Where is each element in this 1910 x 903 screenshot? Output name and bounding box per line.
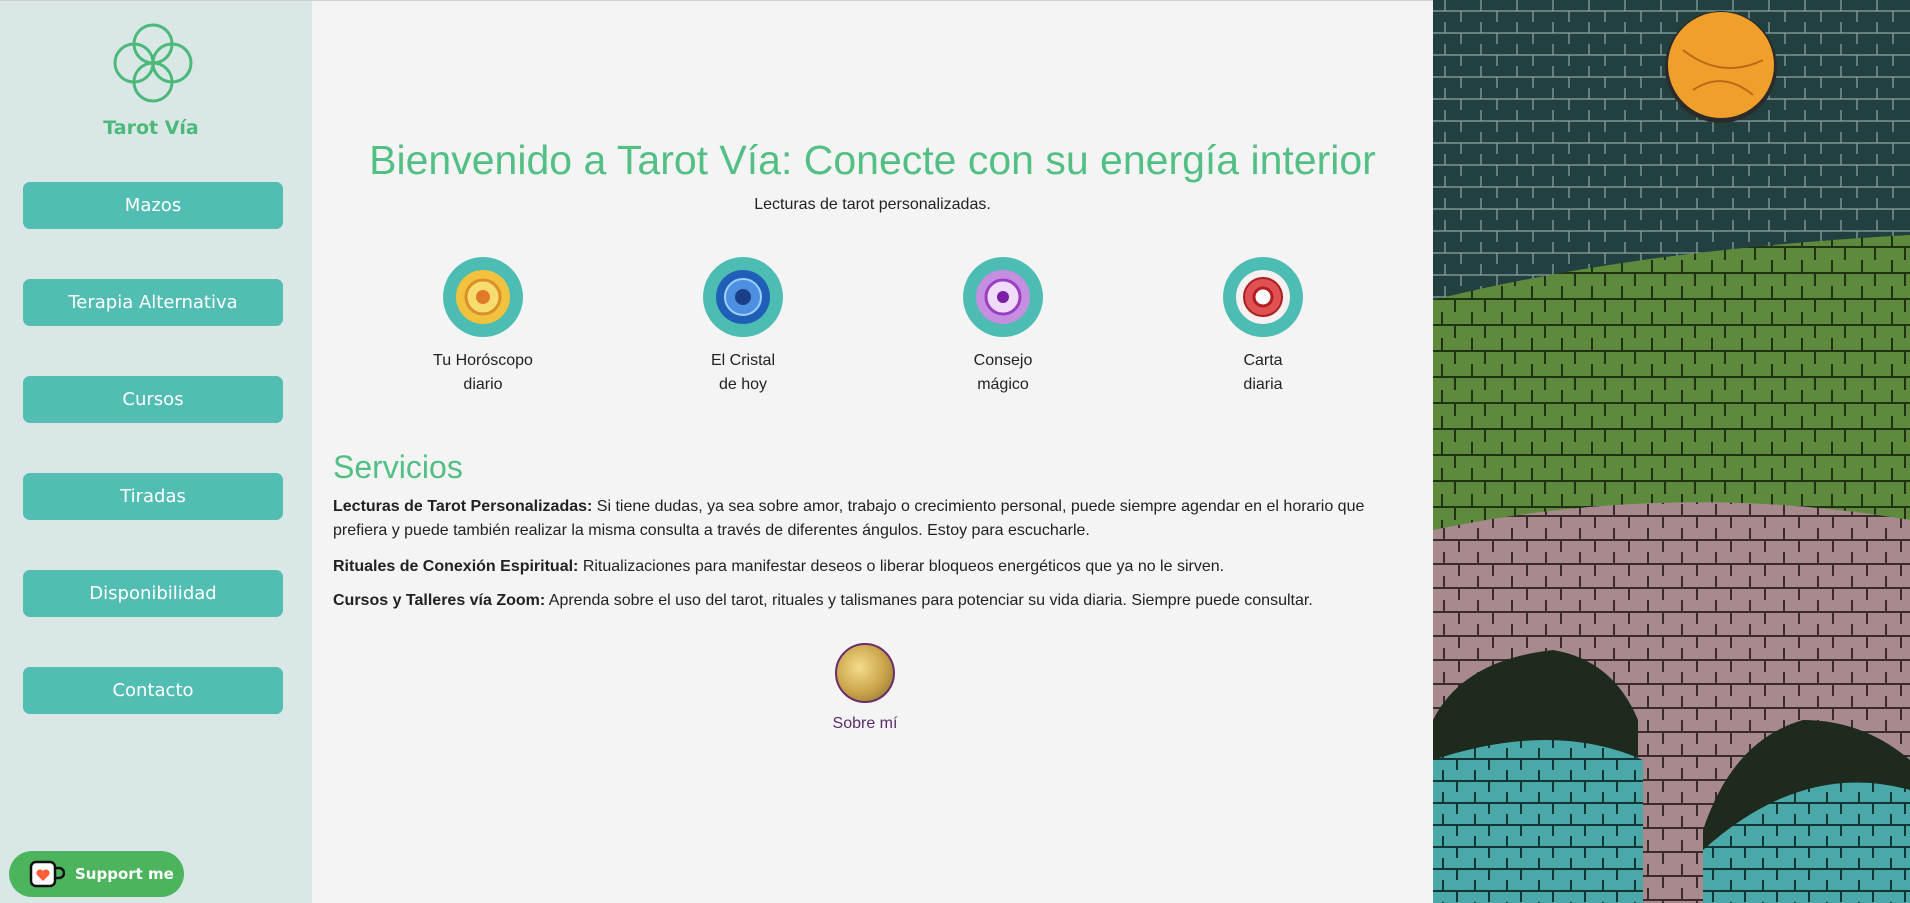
feature-label-line2[interactable]: diaria: [1193, 373, 1333, 397]
nav-terapia-alternativa-button[interactable]: Terapia Alternativa: [23, 279, 283, 326]
support-me-button[interactable]: Support me: [9, 851, 184, 897]
card-mandala-icon[interactable]: [1223, 257, 1303, 337]
feature-label-line1[interactable]: El Cristal: [673, 349, 813, 373]
feature-cristal[interactable]: El Cristal de hoy: [673, 257, 813, 397]
feature-label-line2[interactable]: mágico: [933, 373, 1073, 397]
nav-tiradas-button[interactable]: Tiradas: [23, 473, 283, 520]
magic-mandala-icon[interactable]: [963, 257, 1043, 337]
nav-mazos-button[interactable]: Mazos: [23, 182, 283, 229]
feature-label-line2[interactable]: diario: [413, 373, 553, 397]
feature-carta[interactable]: Carta diaria: [1193, 257, 1333, 397]
celtic-knot-logo: [113, 23, 193, 103]
service-title: Cursos y Talleres vía Zoom:: [333, 592, 546, 609]
feature-consejo[interactable]: Consejo mágico: [933, 257, 1073, 397]
service-rituales: Rituales de Conexión Espiritual: Rituali…: [333, 555, 1393, 579]
nav-disponibilidad-button[interactable]: Disponibilidad: [23, 570, 283, 617]
feature-horoscopo[interactable]: Tu Horóscopo diario: [413, 257, 553, 397]
sun-mandala-icon[interactable]: [443, 257, 523, 337]
page-subtitle: Lecturas de tarot personalizadas.: [754, 196, 991, 213]
main-content: Bienvenido a Tarot Vía: Conecte con su e…: [312, 0, 1433, 903]
about-me-label[interactable]: Sobre mí: [810, 715, 920, 733]
service-text: Aprenda sobre el uso del tarot, rituales…: [545, 592, 1313, 609]
services-heading: Servicios: [333, 449, 463, 485]
mosaic-background-image: [1433, 0, 1910, 903]
feature-label-line2[interactable]: de hoy: [673, 373, 813, 397]
coffee-cup-icon: [29, 860, 65, 888]
profile-avatar[interactable]: [835, 643, 895, 703]
service-text: Ritualizaciones para manifestar deseos o…: [578, 558, 1225, 575]
service-cursos: Cursos y Talleres vía Zoom: Aprenda sobr…: [333, 589, 1393, 613]
crystal-mandala-icon[interactable]: [703, 257, 783, 337]
feature-label-line1[interactable]: Consejo: [933, 349, 1073, 373]
nav-contacto-button[interactable]: Contacto: [23, 667, 283, 714]
service-title: Rituales de Conexión Espiritual:: [333, 558, 579, 575]
feature-label-line1[interactable]: Carta: [1193, 349, 1333, 373]
nav-cursos-button[interactable]: Cursos: [23, 376, 283, 423]
service-lecturas: Lecturas de Tarot Personalizadas: Si tie…: [333, 495, 1393, 543]
sidebar: Tarot Vía Mazos Terapia Alternativa Curs…: [0, 0, 312, 903]
about-me-link[interactable]: Sobre mí: [810, 643, 920, 733]
feature-label-line1[interactable]: Tu Horóscopo: [413, 349, 553, 373]
page-title: Bienvenido a Tarot Vía: Conecte con su e…: [369, 137, 1376, 183]
brand-name[interactable]: Tarot Vía: [0, 117, 302, 139]
support-me-label: Support me: [75, 865, 174, 883]
service-title: Lecturas de Tarot Personalizadas:: [333, 498, 593, 515]
